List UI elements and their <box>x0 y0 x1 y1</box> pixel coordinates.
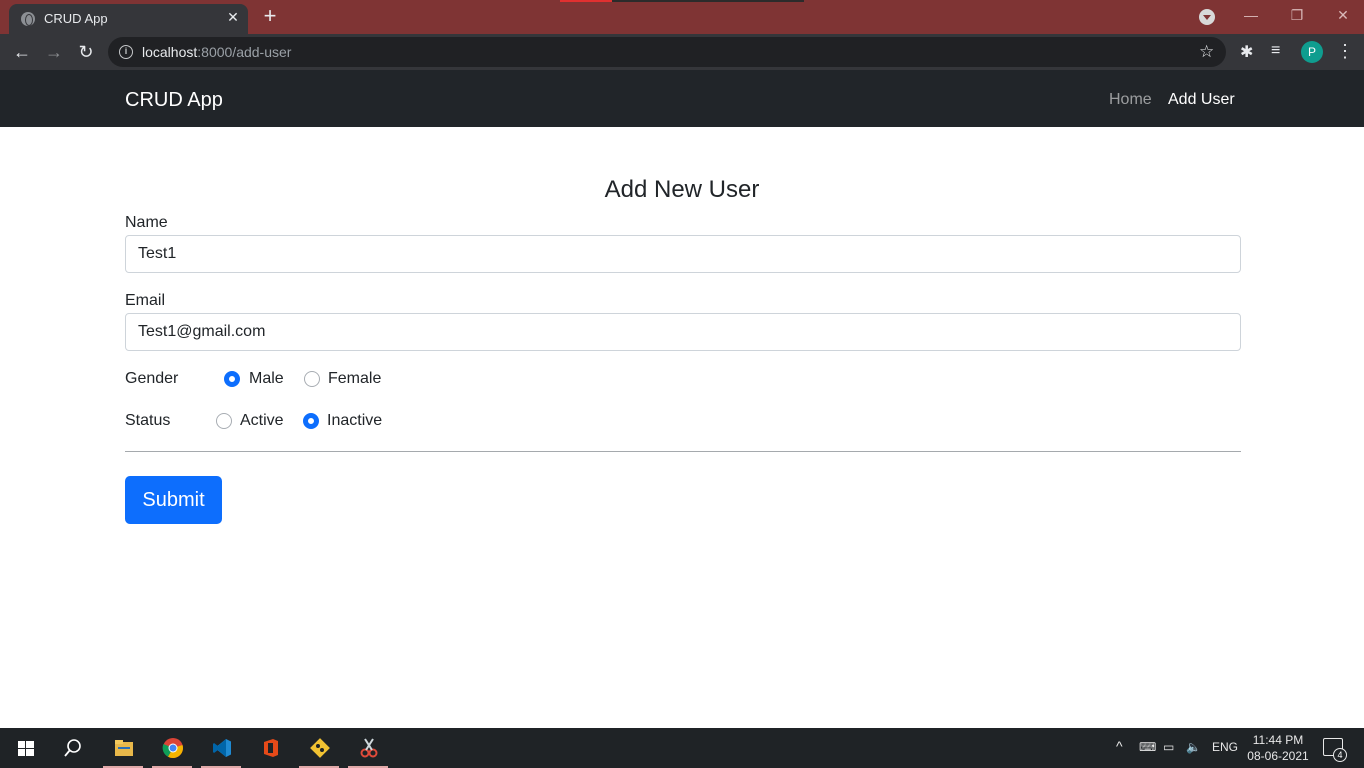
notification-count-badge: 4 <box>1333 748 1347 762</box>
media-queue-icon[interactable]: ≡ <box>1271 42 1280 60</box>
more-menu-icon[interactable]: ⋮ <box>1336 41 1354 61</box>
extensions-icon[interactable]: ✱ <box>1240 42 1253 62</box>
browser-tab[interactable]: CRUD App ✕ <box>9 4 248 34</box>
clock-date: 08-06-2021 <box>1247 749 1309 763</box>
volume-icon[interactable]: 🔈 <box>1186 740 1201 754</box>
gender-male-label[interactable]: Male <box>249 370 284 388</box>
new-tab-button[interactable]: + <box>259 5 281 28</box>
office-icon[interactable] <box>250 728 290 768</box>
status-inactive-radio[interactable] <box>303 413 319 429</box>
tab-search-icon[interactable] <box>1199 9 1215 25</box>
tab-title: CRUD App <box>44 11 108 26</box>
url-text: localhost:8000/add-user <box>142 44 292 60</box>
reload-icon[interactable]: ↻ <box>74 40 98 64</box>
window-accent-bar <box>560 0 804 2</box>
browser-tab-strip: CRUD App ✕ + — ❐ ✕ <box>0 0 1364 34</box>
address-bar[interactable]: i localhost:8000/add-user ☆ <box>108 37 1226 67</box>
gender-label: Gender <box>125 370 179 387</box>
email-field[interactable] <box>125 313 1241 351</box>
search-icon[interactable] <box>52 728 92 768</box>
chrome-icon[interactable] <box>152 728 192 768</box>
bookmark-star-icon[interactable]: ☆ <box>1199 42 1214 62</box>
navbar-brand[interactable]: CRUD App <box>125 89 223 112</box>
email-label: Email <box>125 292 166 309</box>
app-navbar: CRUD App Home Add User <box>0 70 1364 127</box>
nav-link-add-user[interactable]: Add User <box>1168 91 1235 109</box>
file-explorer-icon[interactable] <box>103 728 143 768</box>
snipping-tool-icon[interactable] <box>348 728 388 768</box>
browser-toolbar: ← → ↻ i localhost:8000/add-user ☆ ✱ ≡ P … <box>0 34 1364 70</box>
start-icon[interactable] <box>5 728 45 768</box>
forward-icon[interactable]: → <box>42 40 66 64</box>
gender-female-radio[interactable] <box>304 371 320 387</box>
close-window-icon[interactable]: ✕ <box>1323 4 1363 28</box>
back-icon[interactable]: ← <box>10 40 34 64</box>
minimize-icon[interactable]: — <box>1231 4 1271 28</box>
status-inactive-label[interactable]: Inactive <box>327 412 382 430</box>
status-label: Status <box>125 412 171 429</box>
form-divider <box>125 451 1241 452</box>
clock[interactable]: 11:44 PM 08-06-2021 <box>1245 732 1311 764</box>
close-tab-icon[interactable]: ✕ <box>225 9 241 25</box>
gender-male-radio[interactable] <box>224 371 240 387</box>
status-active-label[interactable]: Active <box>240 412 284 430</box>
network-icon[interactable]: ▭ <box>1163 740 1174 754</box>
gender-female-label[interactable]: Female <box>328 370 381 388</box>
profile-avatar[interactable]: P <box>1301 41 1323 63</box>
page-title: Add New User <box>604 176 760 203</box>
globe-icon <box>21 12 35 26</box>
chevron-up-icon[interactable]: ^ <box>1116 738 1123 754</box>
git-icon[interactable] <box>299 728 339 768</box>
vscode-icon[interactable] <box>201 728 241 768</box>
name-label: Name <box>125 214 168 231</box>
taskbar: ^ ⌨ ▭ 🔈 ENG 11:44 PM 08-06-2021 4 <box>0 728 1364 768</box>
status-active-radio[interactable] <box>216 413 232 429</box>
clock-time: 11:44 PM <box>1252 733 1304 747</box>
nav-link-home[interactable]: Home <box>1109 91 1152 109</box>
ime-icon[interactable]: ⌨ <box>1139 740 1156 754</box>
site-info-icon[interactable]: i <box>119 45 133 59</box>
restore-icon[interactable]: ❐ <box>1277 4 1317 28</box>
name-field[interactable] <box>125 235 1241 273</box>
language-indicator[interactable]: ENG <box>1212 740 1238 754</box>
submit-button[interactable]: Submit <box>125 476 222 524</box>
